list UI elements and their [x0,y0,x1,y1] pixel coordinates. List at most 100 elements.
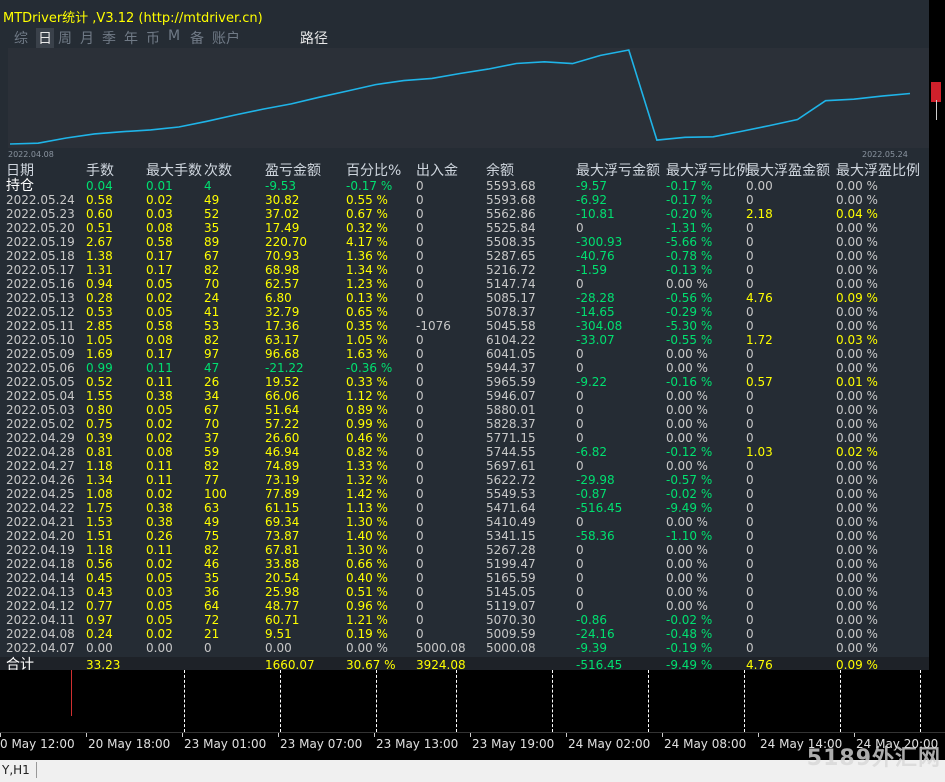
cell-date: 2022.04.27 [6,459,75,473]
cell-maxlots: 0.11 [146,459,173,473]
cell-count: 97 [204,347,220,361]
tab-6[interactable]: 币 [146,28,160,48]
cell-maxlots: 0.38 [146,515,173,529]
cell-io: -1076 [416,319,451,333]
cell-bal: 5965.59 [486,375,536,389]
cell-io: 0 [416,515,424,529]
tab-2[interactable]: 周 [58,28,72,48]
cell-count: 64 [204,599,220,613]
cell-mfpp: 0.00 % [836,263,878,277]
cell-count: 67 [204,403,220,417]
tab-4[interactable]: 季 [102,28,116,48]
table-row: 2022.05.05 0.52 0.11 26 19.52 0.33 % 0 5965.59 -… [0,375,929,389]
cell-mflp: -0.13 % [666,263,713,277]
cell-bal: 5622.72 [486,473,536,487]
cell-pnl: 77.89 [265,487,300,501]
cell-pct: 0.66 % [346,557,388,571]
time-label: 0 May 12:00 [0,737,75,751]
cell-count: 0 [204,641,212,655]
tab-9[interactable]: 账户 [212,28,240,48]
cell-mfpp: 0.00 % [836,501,878,515]
symbol-tab[interactable]: Y,H1 [0,762,37,778]
cell-io: 0 [416,627,424,641]
cell-date: 2022.05.19 [6,235,75,249]
cell-maxlots: 0.02 [146,627,173,641]
tab-7[interactable]: M [168,28,180,44]
cell-lots: 1.34 [86,473,113,487]
cell-count: 82 [204,263,220,277]
tab-10[interactable]: 路径 [300,28,328,48]
cell-io: 0 [416,221,424,235]
cell-io: 0 [416,361,424,375]
time-tick [374,733,375,737]
cell-pnl: 69.34 [265,515,300,529]
cell-mfpp: 0.04 % [836,207,878,221]
cell-bal: 5045.58 [486,319,536,333]
cell-bal: 5078.37 [486,305,536,319]
tab-8[interactable]: 备 [190,28,204,48]
grid-line [840,670,841,732]
table-row: 2022.04.20 1.51 0.26 75 73.87 1.40 % 0 5341.15 -… [0,529,929,543]
tab-5[interactable]: 年 [124,28,138,48]
tab-0[interactable]: 综 [14,28,28,48]
cell-pct: 0.33 % [346,375,388,389]
header-count: 次数 [204,163,232,179]
cell-date: 2022.05.09 [6,347,75,361]
cell-mfp: 0 [746,459,754,473]
cell-mfl: 0 [576,557,584,571]
cell-lots: 0.97 [86,613,113,627]
cell-mfpp: 0.00 % [836,431,878,445]
cell-lots: 0.04 [86,179,113,193]
cell-bal: 5267.28 [486,543,536,557]
cell-mfpp: 0.00 % [836,613,878,627]
cell-mflp: -1.10 % [666,529,713,543]
cell-count: 89 [204,235,220,249]
cell-mfl: -9.39 [576,641,608,655]
cell-count: 37 [204,431,220,445]
table-row: 2022.05.16 0.94 0.05 70 62.57 1.23 % 0 5147.74 0… [0,277,929,291]
cell-lots: 0.81 [86,445,113,459]
cell-count: 77 [204,473,220,487]
grid-line [920,670,921,732]
cell-pnl: 46.94 [265,445,300,459]
cell-pct: 0.89 % [346,403,388,417]
cell-date: 2022.05.16 [6,277,75,291]
cell-io: 0 [416,207,424,221]
cell-bal: 5070.30 [486,613,536,627]
time-label: 23 May 19:00 [472,737,555,751]
cell-count: 82 [204,459,220,473]
stats-panel: MTDriver统计 ,V3.12 (http://mtdriver.cn) 综… [0,0,929,670]
header-mfp: 最大浮盈金额 [746,163,830,179]
cell-mflp: 0.00 % [666,459,708,473]
cell-mflp: -0.02 % [666,613,713,627]
cell-maxlots: 0.05 [146,403,173,417]
table-row: 2022.05.06 0.99 0.11 47 -21.22 -0.36 % 0 5944.3… [0,361,929,375]
total-mfl: -516.45 [576,658,623,670]
cell-pct: 1.23 % [346,277,388,291]
cell-mfl: 0 [576,515,584,529]
tab-3[interactable]: 月 [80,28,94,48]
cell-count: 67 [204,249,220,263]
cell-mfp: 0.00 [746,179,773,193]
cell-date: 2022.04.25 [6,487,75,501]
price-candle [931,82,941,102]
cell-maxlots: 0.58 [146,319,173,333]
cell-maxlots: 0.05 [146,571,173,585]
cell-mfl: 0 [576,221,584,235]
table-row: 2022.04.25 1.08 0.02 100 77.89 1.42 % 0 5549.53… [0,487,929,501]
time-tick [278,733,279,737]
cell-count: 70 [204,277,220,291]
cell-date: 2022.05.11 [6,319,75,333]
cell-pnl: 63.17 [265,333,300,347]
cell-pnl: 33.88 [265,557,300,571]
cell-mflp: -0.57 % [666,473,713,487]
cell-date: 2022.05.24 [6,193,75,207]
header-lots: 手数 [86,163,114,179]
tab-1[interactable]: 日 [36,28,54,48]
cell-maxlots: 0.00 [146,641,173,655]
panel-title: MTDriver统计 ,V3.12 (http://mtdriver.cn) [3,11,263,26]
grid-line [648,670,649,732]
cell-mflp: -0.02 % [666,487,713,501]
cell-pnl: 73.19 [265,473,300,487]
cell-mflp: 0.00 % [666,431,708,445]
